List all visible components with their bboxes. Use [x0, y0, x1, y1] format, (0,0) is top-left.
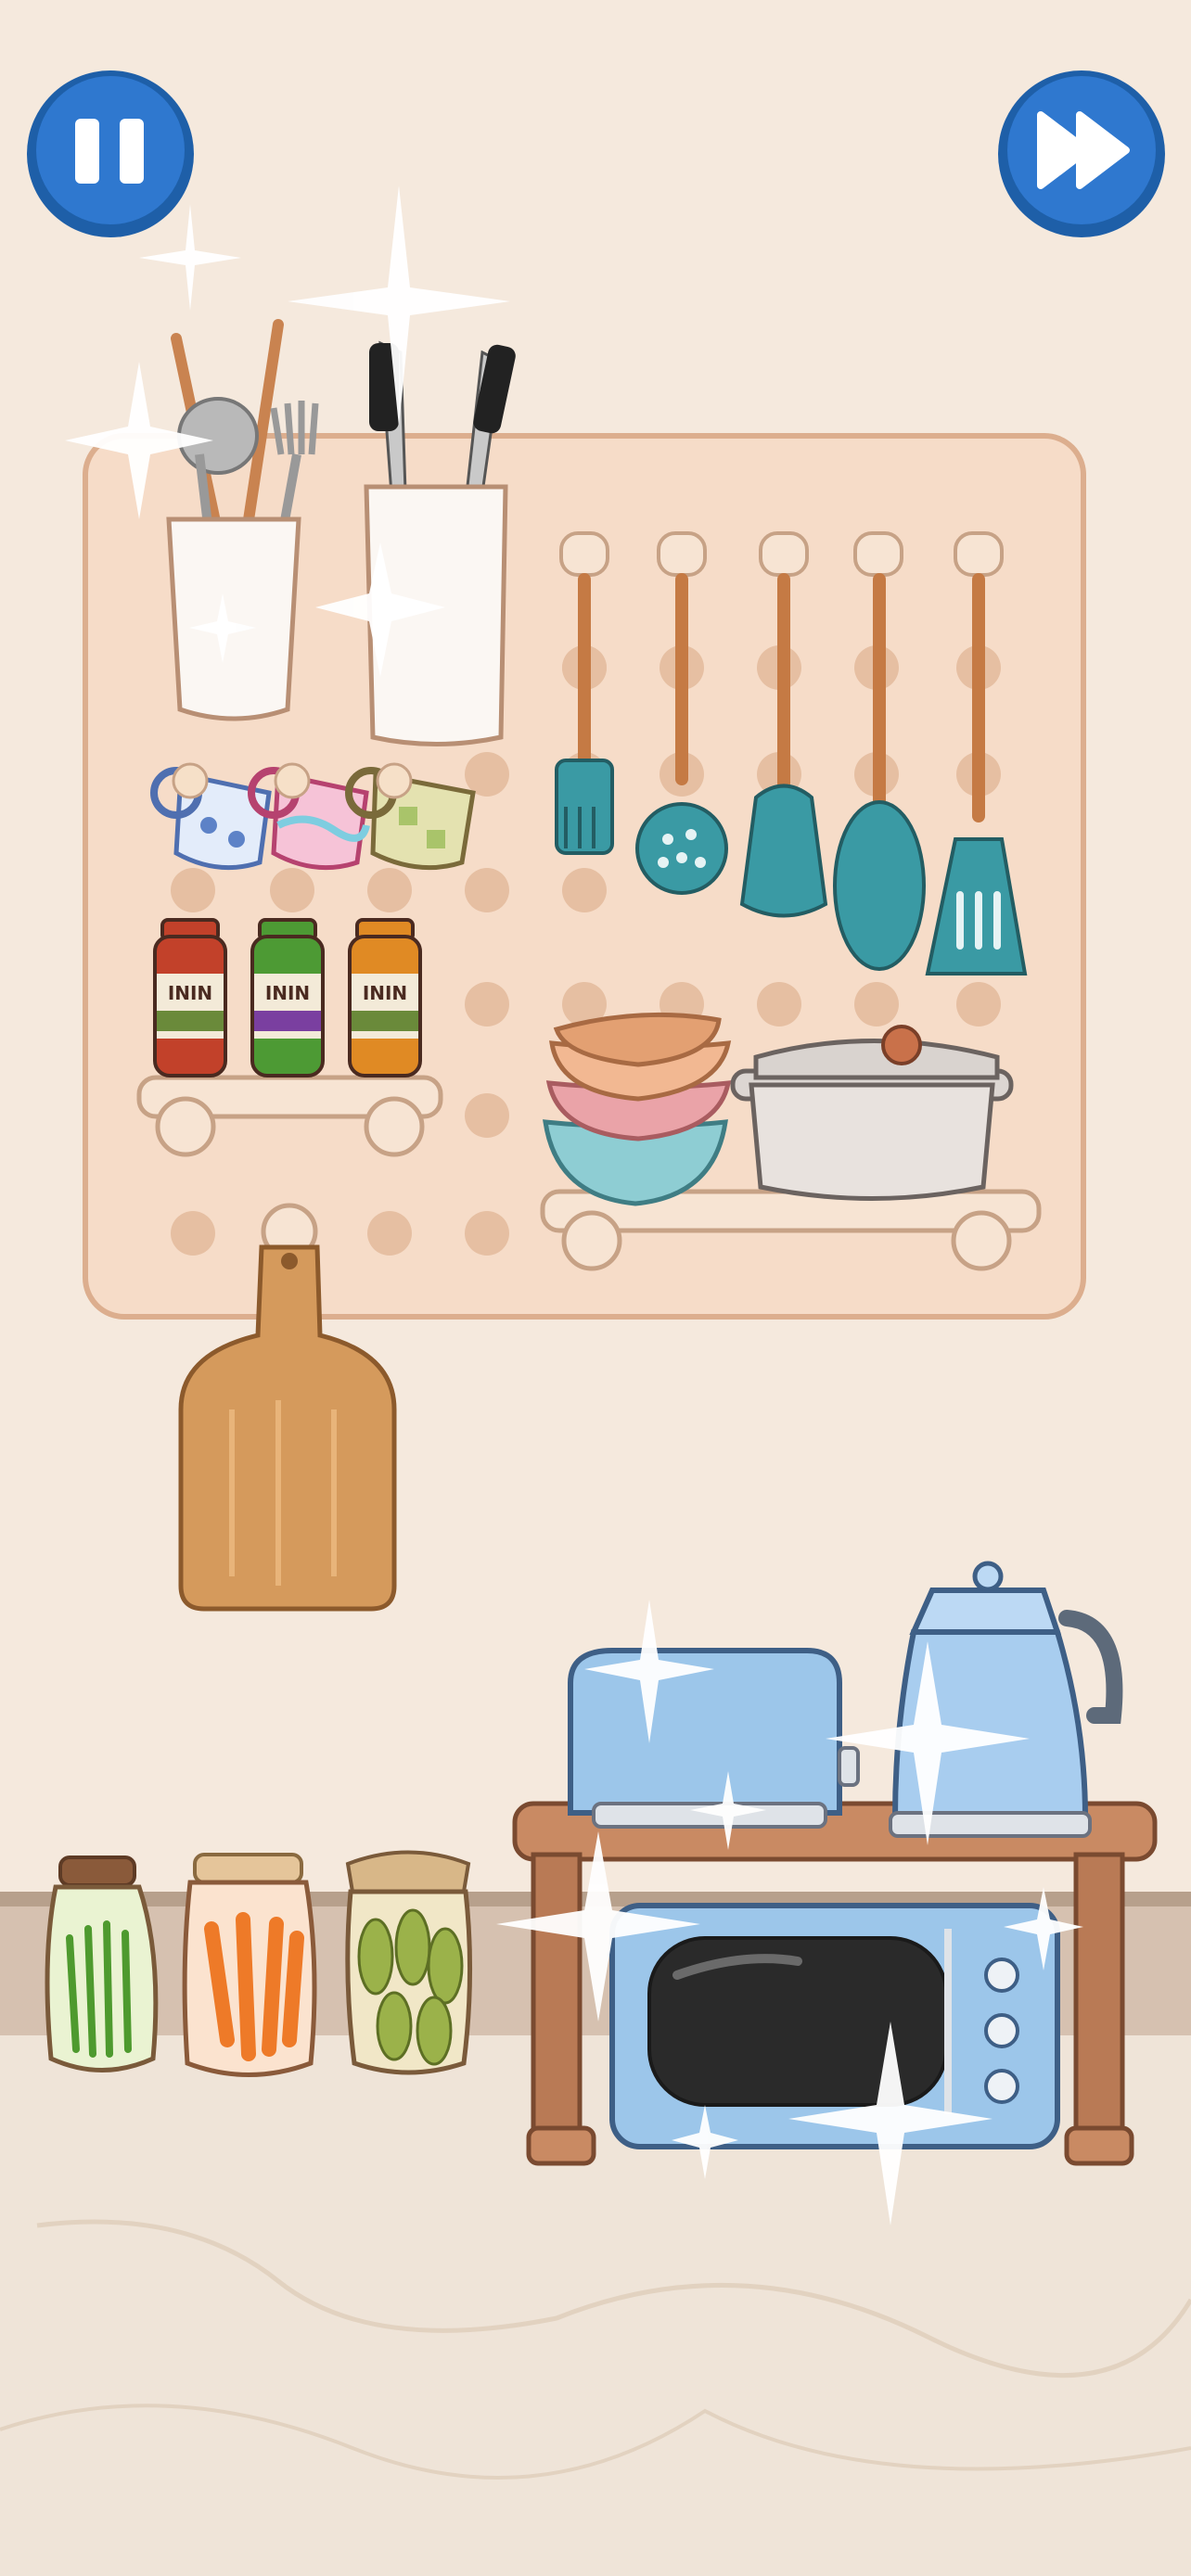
jar-orange[interactable]: ININ	[348, 918, 422, 1078]
cooking-pot[interactable]	[730, 1025, 1014, 1201]
microwave[interactable]	[609, 1903, 1060, 2149]
pickles-jar[interactable]	[345, 1850, 473, 2075]
jar-label: ININ	[168, 982, 212, 1004]
jar-lime[interactable]: ININ	[250, 918, 325, 1078]
skimmer[interactable]	[635, 802, 728, 895]
turner[interactable]	[739, 784, 828, 918]
jar-tomato[interactable]: ININ	[153, 918, 227, 1078]
spoon[interactable]	[833, 800, 926, 971]
pause-icon	[27, 70, 194, 237]
basting-brush[interactable]	[555, 759, 614, 855]
skip-button[interactable]	[994, 67, 1169, 241]
jar-label: ININ	[363, 982, 407, 1004]
fast-forward-icon	[998, 70, 1165, 237]
kitchen-scene: ININ ININ ININ	[0, 0, 1191, 2576]
green-beans-jar[interactable]	[45, 1855, 159, 2072]
jar-label: ININ	[265, 982, 310, 1004]
jar-group: ININ ININ ININ	[153, 918, 422, 1078]
pause-button[interactable]	[23, 67, 198, 241]
carrots-jar[interactable]	[182, 1853, 317, 2077]
toaster[interactable]	[568, 1648, 860, 1829]
bowl-stack[interactable]	[543, 1012, 732, 1206]
